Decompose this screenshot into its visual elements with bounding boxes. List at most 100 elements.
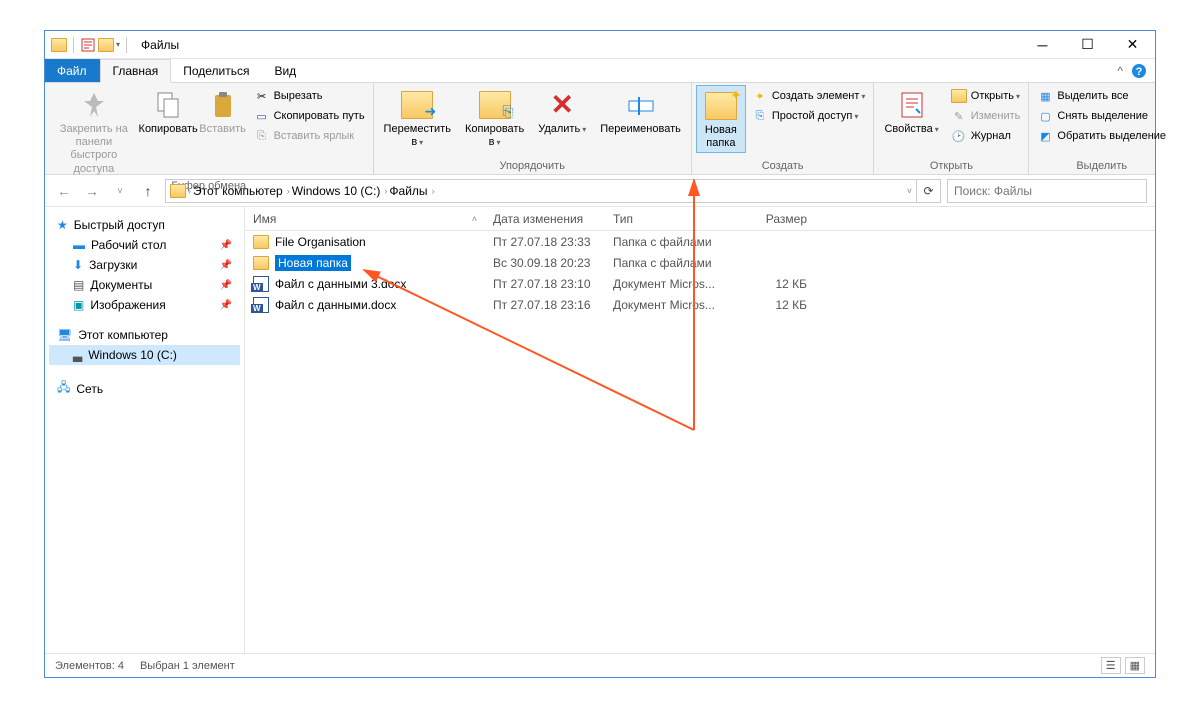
rename-icon [625,89,657,121]
qat-properties-icon[interactable] [80,37,96,53]
paste-shortcut-button[interactable]: ⎘Вставить ярлык [250,127,369,145]
close-button[interactable]: ✕ [1110,31,1155,59]
col-header-name[interactable]: Имя˄ [245,212,485,226]
column-headers: Имя˄ Дата изменения Тип Размер [245,207,1155,231]
rename-button[interactable]: Переименовать [594,85,687,138]
copy-path-button[interactable]: ▭Скопировать путь [250,107,369,125]
properties-button[interactable]: Свойства [878,85,944,138]
selection-count: Выбран 1 элемент [140,660,235,672]
col-header-type[interactable]: Тип [605,212,735,226]
file-date: Пт 27.07.18 23:10 [485,277,605,291]
select-none-button[interactable]: ▢Снять выделение [1033,107,1170,125]
rename-input[interactable]: Новая папка [275,255,351,271]
history-icon: 🕑 [951,128,967,144]
sidebar-this-pc[interactable]: 🖥Этот компьютер [49,325,240,345]
breadcrumb-item[interactable]: Этот компьютер› [193,184,290,198]
new-item-button[interactable]: ✦Создать элемент [748,87,870,105]
file-name: Файл с данными.docx [275,298,396,312]
explorer-window: ▾ Файлы ─ ☐ ✕ Файл Главная Поделиться Ви… [44,30,1156,678]
ribbon-tabs: Файл Главная Поделиться Вид ^ ? [45,59,1155,83]
file-row[interactable]: File OrganisationПт 27.07.18 23:33Папка … [245,231,1155,252]
address-bar[interactable]: › Этот компьютер› Windows 10 (C:)› Файлы… [165,179,917,203]
navigation-pane: ★Быстрый доступ ▬Рабочий стол📌 ⬇Загрузки… [45,207,245,653]
icons-view-button[interactable]: ▦ [1125,657,1145,674]
open-button[interactable]: Открыть [947,87,1025,105]
cut-button[interactable]: ✂Вырезать [250,87,369,105]
navbar: ← → ˅ ↑ › Этот компьютер› Windows 10 (C:… [45,175,1155,207]
body: ★Быстрый доступ ▬Рабочий стол📌 ⬇Загрузки… [45,207,1155,653]
history-button[interactable]: 🕑Журнал [947,127,1025,145]
file-row[interactable]: Файл с данными.docx Пт 27.07.18 23:16Доку… [245,294,1155,315]
delete-button[interactable]: ✕ Удалить [532,85,592,138]
divider [73,37,74,53]
back-button[interactable]: ← [53,180,75,202]
new-item-icon: ✦ [752,88,768,104]
tab-view[interactable]: Вид [262,59,309,82]
delete-icon: ✕ [550,88,573,122]
new-folder-button[interactable]: ✦ Новая папка [696,85,746,153]
easy-access-button[interactable]: ⎘Простой доступ [748,107,870,125]
col-header-date[interactable]: Дата изменения [485,212,605,226]
col-header-size[interactable]: Размер [735,212,815,226]
new-folder-icon: ✦ [705,92,737,120]
select-all-icon: ▦ [1037,88,1053,104]
drive-icon: ▃ [73,348,82,362]
file-date: Пт 27.07.18 23:33 [485,235,605,249]
recent-locations-button[interactable]: ˅ [109,180,131,202]
file-size: 12 КБ [735,277,815,291]
file-type: Папка с файлами [605,256,735,270]
address-dropdown[interactable]: ˅ [907,186,912,196]
copy-button[interactable]: Копировать [141,85,196,138]
group-label: Создать [696,158,870,174]
tab-file[interactable]: Файл [45,59,100,82]
tab-home[interactable]: Главная [100,59,172,83]
statusbar: Элементов: 4 Выбран 1 элемент ☰ ▦ [45,653,1155,677]
edit-button[interactable]: ✎Изменить [947,107,1025,125]
file-name: Файл с данными 3.docx [275,277,406,291]
file-type: Документ Micros... [605,298,735,312]
sidebar-pictures[interactable]: ▣Изображения📌 [49,295,240,315]
refresh-button[interactable]: ⟳ [917,179,941,203]
collapse-ribbon-icon[interactable]: ^ [1117,64,1123,78]
pin-icon: 📌 [220,300,232,311]
app-icon [51,38,67,52]
copy-to-button[interactable]: ⎘ Копировать в [459,85,530,151]
file-row[interactable]: Файл с данными 3.docxПт 27.07.18 23:10До… [245,273,1155,294]
breadcrumb-item[interactable]: Файлы› [389,184,434,198]
move-to-button[interactable]: ➜ Переместить в [378,85,457,151]
sidebar-quick-access[interactable]: ★Быстрый доступ [49,215,240,235]
maximize-button[interactable]: ☐ [1065,31,1110,59]
sidebar-documents[interactable]: ▤Документы📌 [49,275,240,295]
tab-share[interactable]: Поделиться [171,59,262,82]
help-icon[interactable]: ? [1131,63,1147,79]
group-label: Выделить [1033,158,1170,174]
word-doc-icon [253,297,269,313]
desktop-icon: ▬ [73,238,85,252]
file-date: Пт 27.07.18 23:16 [485,298,605,312]
shortcut-icon: ⎘ [254,128,270,144]
open-icon [951,88,967,104]
computer-icon: 🖥 [57,328,72,342]
folder-icon [253,256,269,270]
file-row[interactable]: Новая папкаВс 30.09.18 20:23Папка с файл… [245,252,1155,273]
qat-dropdown[interactable]: ▾ [116,40,120,49]
edit-icon: ✎ [951,108,967,124]
scissors-icon: ✂ [254,88,270,104]
up-button[interactable]: ↑ [137,180,159,202]
sidebar-network[interactable]: 🖧Сеть [49,375,240,402]
search-input[interactable] [947,179,1147,203]
invert-selection-button[interactable]: ◩Обратить выделение [1033,127,1170,145]
qat-folder-icon[interactable] [98,38,114,52]
select-all-button[interactable]: ▦Выделить все [1033,87,1170,105]
sidebar-downloads[interactable]: ⬇Загрузки📌 [49,255,240,275]
details-view-button[interactable]: ☰ [1101,657,1121,674]
paste-button[interactable]: Вставить [198,85,248,138]
sidebar-drive-c[interactable]: ▃Windows 10 (C:) [49,345,240,365]
paste-icon [207,89,239,121]
breadcrumb-item[interactable]: Windows 10 (C:)› [292,184,388,198]
file-size: 12 КБ [735,298,815,312]
minimize-button[interactable]: ─ [1020,31,1065,59]
sidebar-desktop[interactable]: ▬Рабочий стол📌 [49,235,240,255]
pin-to-quick-access-button[interactable]: Закрепить на панели быстрого доступа [49,85,139,178]
forward-button[interactable]: → [81,180,103,202]
